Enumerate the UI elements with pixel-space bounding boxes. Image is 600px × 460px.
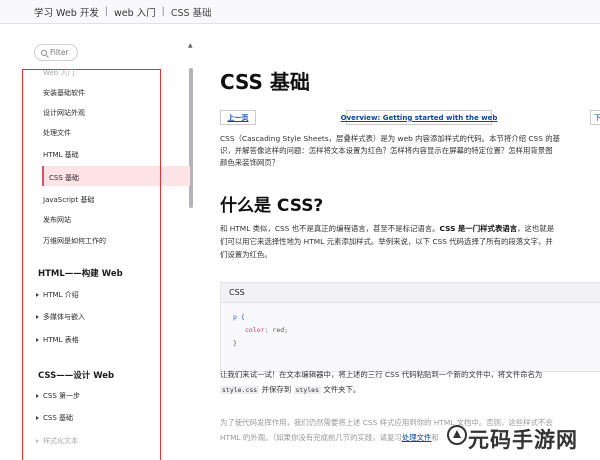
faded-para-line: HTML 的外观。（如果你没有完成前几节的实践，请复习处理文件和: [220, 432, 439, 444]
next-page-link[interactable]: 下: [590, 110, 600, 125]
text-span: 文件夹下。: [320, 385, 361, 394]
sidebar-item-javascript-basics[interactable]: JavaScript 基础: [43, 195, 94, 205]
code-line: }: [233, 339, 237, 347]
intro-line: 颜色来装饰网页？: [220, 158, 280, 167]
breadcrumb-item-current: CSS 基础: [170, 7, 212, 19]
inline-code: style.css: [220, 386, 260, 394]
code-value: : red;: [264, 326, 289, 334]
caret-right-icon: [36, 293, 39, 297]
try-para-line: 让我们来试一试！在文本编辑器中，将上述的三行 CSS 代码粘贴到一个新的文件中，…: [220, 370, 543, 379]
sidebar-group-css-first-steps[interactable]: CSS 第一步: [36, 391, 80, 401]
breadcrumb-item-getting-started[interactable]: web 入门: [114, 5, 156, 19]
files-link[interactable]: 处理文件: [402, 433, 432, 442]
caret-right-icon: [36, 338, 39, 342]
section-title-html[interactable]: HTML——构建 Web: [38, 267, 123, 279]
sidebar-group-label: 多媒体与嵌入: [43, 313, 85, 321]
filter-input[interactable]: Filter: [34, 44, 78, 61]
intro-line: 识，并解答像这样的问题：怎样将文本设置为红色？怎样将内容显示在屏幕的特定位置？怎…: [220, 146, 553, 155]
text-span: 和: [431, 433, 439, 442]
breadcrumb: 学习 Web 开发 | web 入门 | CSS 基础: [0, 0, 600, 24]
sidebar-item-installing-software[interactable]: 安装基础软件: [43, 88, 85, 98]
breadcrumb-separator: |: [104, 6, 108, 17]
sidebar-group-styling-text[interactable]: 样式化文本: [36, 436, 78, 446]
caret-right-icon: [36, 439, 39, 443]
section-title-css[interactable]: CSS——设计 Web: [38, 369, 114, 381]
code-line: p {: [233, 313, 245, 321]
sidebar: Filter ▲ Web 入门 安装基础软件 设计网站外观 处理文件 HTML …: [0, 24, 196, 460]
filter-label: Filter: [50, 48, 69, 57]
inline-code: styles: [293, 386, 321, 394]
sidebar-group-multimedia[interactable]: 多媒体与嵌入: [36, 312, 85, 322]
sidebar-group-label: HTML 表格: [43, 336, 79, 344]
code-block: CSS p { color: red; }: [220, 282, 600, 372]
caret-right-icon: [36, 416, 39, 420]
watermark-text: 元码手游网: [468, 428, 578, 452]
code-line: color: red;: [245, 326, 288, 334]
code-block-language: CSS: [221, 283, 600, 303]
sidebar-item-web-intro[interactable]: Web 入门: [43, 68, 75, 78]
sidebar-group-label: HTML 介绍: [43, 291, 79, 299]
bold-span: CSS 是一门样式表语言: [439, 224, 518, 233]
code-property: color: [245, 326, 265, 334]
sidebar-group-html-tables[interactable]: HTML 表格: [36, 335, 79, 345]
code-selector: p {: [233, 313, 245, 321]
sidebar-item-how-web-works[interactable]: 万维网是如何工作的: [43, 236, 106, 246]
sidebar-group-label: CSS 基础: [43, 414, 73, 422]
caret-right-icon: [36, 315, 39, 319]
scroll-up-icon[interactable]: ▲: [188, 42, 193, 49]
sidebar-item-files[interactable]: 处理文件: [43, 128, 71, 138]
text-span: HTML 的外观。（如果你没有完成前几节的实践，请复习: [220, 433, 402, 442]
overview-link[interactable]: Overview: Getting started with the web: [341, 110, 497, 125]
page-title: CSS 基础: [220, 70, 310, 94]
what-para-line: 们可以用它来选择性地为 HTML 元素添加样式。举例来说，以下 CSS 代码选择…: [220, 237, 553, 246]
sidebar-item-html-basics[interactable]: HTML 基础: [43, 150, 79, 160]
text-span: 和 HTML 类似，CSS 也不是真正的编程语言，甚至不是标记语言。: [220, 224, 440, 233]
sidebar-group-css-building-blocks[interactable]: CSS 基础: [36, 413, 73, 423]
what-para-line: 和 HTML 类似，CSS 也不是真正的编程语言，甚至不是标记语言。CSS 是一…: [220, 223, 554, 235]
text-span: ，这也就是: [517, 224, 555, 233]
breadcrumb-item-learn[interactable]: 学习 Web 开发: [34, 5, 99, 19]
sidebar-item-design[interactable]: 设计网站外观: [43, 108, 85, 118]
try-para-line: style.css 并保存到 styles 文件夹下。: [220, 384, 360, 396]
sidebar-item-publishing[interactable]: 发布网站: [43, 215, 71, 225]
previous-page-link[interactable]: 上一页: [220, 110, 256, 125]
sidebar-group-label: CSS 第一步: [43, 392, 80, 400]
watermark-logo-icon: [447, 425, 467, 445]
what-para-line: 们设置为红色。: [220, 250, 272, 259]
main-content: CSS 基础 上一页 Overview: Getting started wit…: [196, 24, 600, 460]
filter-icon: [41, 49, 47, 56]
caret-right-icon: [36, 394, 39, 398]
text-span: 并保存到: [259, 385, 294, 394]
sidebar-item-css-basics[interactable]: CSS 基础: [49, 173, 79, 183]
breadcrumb-separator: |: [161, 6, 165, 17]
sidebar-scrollbar[interactable]: [189, 68, 193, 208]
intro-line: CSS（Cascading Style Sheets，层叠样式表）是为 web …: [220, 134, 561, 143]
section-heading-what-is-css: 什么是 CSS?: [220, 196, 324, 216]
sidebar-group-html-intro[interactable]: HTML 介绍: [36, 290, 79, 300]
sidebar-group-label: 样式化文本: [43, 437, 78, 445]
